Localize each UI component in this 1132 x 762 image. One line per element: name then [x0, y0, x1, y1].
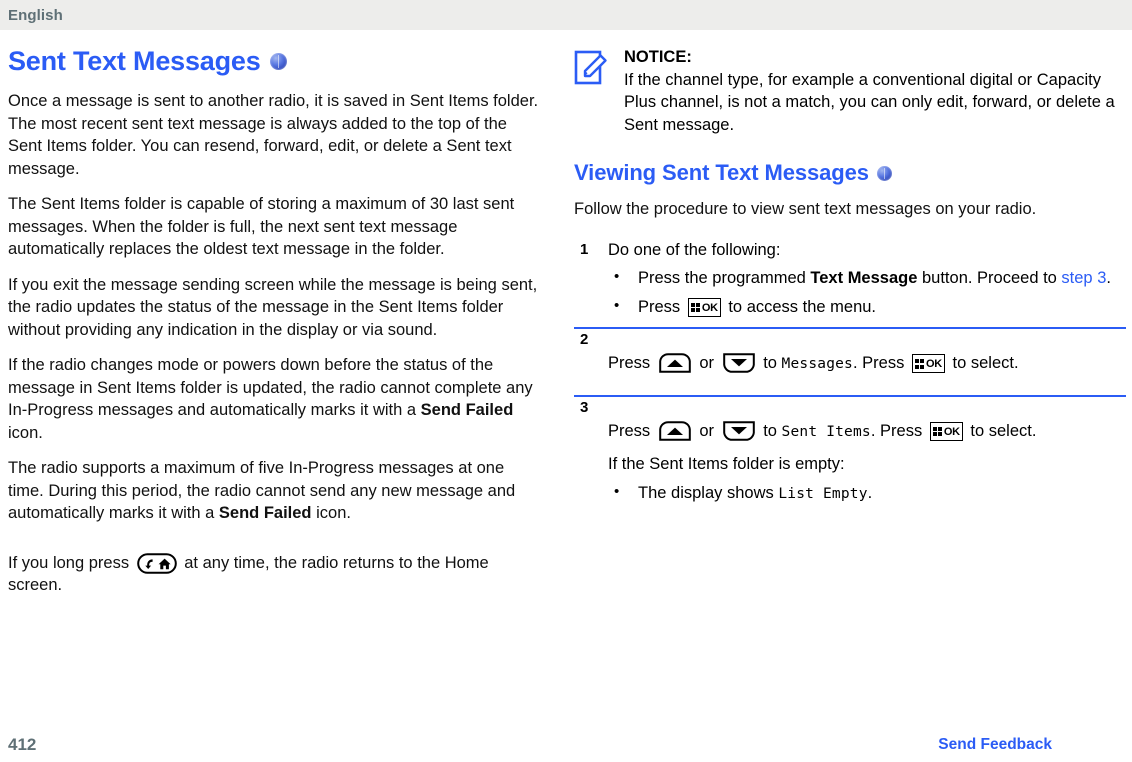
right-column: NOTICE: If the channel type, for example…	[566, 46, 1132, 730]
text-press: Press	[608, 421, 655, 440]
ok-key-label: OK	[926, 358, 942, 370]
text-before: If you long press	[8, 553, 134, 572]
text-after: to access the menu.	[723, 297, 877, 316]
menu-grid-glyph	[915, 359, 925, 369]
step-number: 3	[580, 398, 589, 416]
section-title: Viewing Sent Text Messages	[574, 160, 1126, 186]
paragraph-send-failed-mode: If the radio changes mode or powers down…	[8, 354, 540, 444]
text-press-2: . Press	[853, 354, 909, 372]
list-item: Press OK to access the menu.	[608, 295, 1126, 319]
up-arrow-key-icon	[658, 420, 692, 441]
text-message-term: Text Message	[810, 269, 918, 287]
text-after: icon.	[311, 504, 351, 522]
language-label: English	[8, 6, 63, 24]
page-footer: 412 Send Feedback	[0, 728, 1132, 762]
text-select: to select.	[965, 421, 1037, 440]
send-failed-term: Send Failed	[420, 401, 514, 419]
page-title-text: Sent Text Messages	[8, 46, 261, 76]
step-number: 1	[580, 240, 589, 258]
send-feedback-link[interactable]: Send Feedback	[938, 736, 1052, 754]
list-item: Press the programmed Text Message button…	[608, 266, 1126, 290]
text-after: icon.	[8, 423, 43, 442]
step-1-bullets: Press the programmed Text Message button…	[608, 266, 1126, 319]
step-3-bullets: The display shows List Empty.	[608, 481, 1126, 506]
left-column: Sent Text Messages Once a message is sen…	[0, 46, 566, 730]
text-before: The display shows	[638, 483, 779, 502]
notice-body: NOTICE: If the channel type, for example…	[624, 46, 1126, 136]
text-or: or	[694, 354, 719, 372]
paragraph-exit-screen: If you exit the message sending screen w…	[8, 275, 538, 339]
text-before: Press	[638, 297, 685, 316]
ok-key-icon: OK	[929, 421, 963, 441]
text-to: to	[758, 421, 782, 440]
step-number: 2	[580, 331, 589, 348]
section-title-text: Viewing Sent Text Messages	[574, 160, 869, 185]
send-failed-term: Send Failed	[218, 504, 312, 522]
text-press-2: . Press	[870, 421, 927, 440]
ok-key-label: OK	[701, 301, 718, 314]
list-item: The display shows List Empty.	[608, 481, 1126, 506]
procedure-step-3: 3 Press or to Sent Items. Press OK to se…	[574, 394, 1126, 506]
menu-grid-glyph	[691, 302, 700, 313]
text-tail: .	[1106, 269, 1111, 287]
page-title: Sent Text Messages	[8, 46, 540, 76]
screen-value: Sent Items	[781, 423, 871, 440]
text-press: Press	[608, 354, 655, 372]
procedure-step-2: 2 Press or to Messages. Press OK to sele…	[574, 327, 1126, 386]
down-arrow-key-icon	[722, 353, 756, 373]
screen-value: List Empty	[778, 485, 868, 502]
menu-grid-glyph	[933, 426, 942, 437]
page-body: Sent Text Messages Once a message is sen…	[0, 30, 1132, 730]
step-text: Press or to Sent Items. Press OK to sele…	[608, 420, 1126, 444]
procedure-intro: Follow the procedure to view sent text m…	[574, 200, 1037, 218]
text-to: to	[758, 354, 782, 372]
up-arrow-key-icon	[658, 353, 692, 373]
down-arrow-key-icon	[722, 420, 756, 441]
paragraph-send-failed-max: The radio supports a maximum of five In-…	[8, 457, 540, 525]
step-3-crossref-link[interactable]: step 3	[1061, 269, 1106, 287]
screen-value: Messages	[781, 356, 853, 372]
back-home-key-icon	[136, 552, 177, 574]
text-or: or	[694, 421, 719, 440]
procedure-steps: 1 Do one of the following: Press the pro…	[574, 239, 1126, 506]
text-after: .	[867, 483, 873, 502]
ok-key-label: OK	[943, 425, 960, 438]
ok-key-icon: OK	[687, 297, 721, 317]
ok-key-icon: OK	[911, 354, 945, 373]
step-text: Do one of the following:	[608, 240, 781, 259]
text-after: button. Proceed to	[917, 269, 1062, 287]
notice-box: NOTICE: If the channel type, for example…	[574, 46, 1126, 136]
page-number: 412	[8, 735, 37, 754]
notice-text: If the channel type, for example a conve…	[624, 70, 1115, 134]
procedure-step-1: 1 Do one of the following: Press the pro…	[574, 239, 1126, 319]
step-3-subparagraph: If the Sent Items folder is empty:	[608, 455, 845, 473]
step-text: Press or to Messages. Press OK to select…	[608, 352, 1126, 376]
text-before: Press the programmed	[638, 269, 811, 287]
paragraph-long-press-home: If you long press at any time, the radio…	[8, 552, 540, 597]
paragraph-capacity: The Sent Items folder is capable of stor…	[8, 195, 515, 258]
notice-title: NOTICE:	[624, 48, 692, 66]
page-header: English	[0, 0, 1132, 30]
notice-pencil-icon	[574, 49, 610, 89]
paragraph-intro: Once a message is sent to another radio,…	[8, 92, 539, 178]
text-select: to select.	[947, 354, 1019, 372]
globe-icon	[876, 165, 892, 181]
globe-icon	[269, 52, 287, 70]
